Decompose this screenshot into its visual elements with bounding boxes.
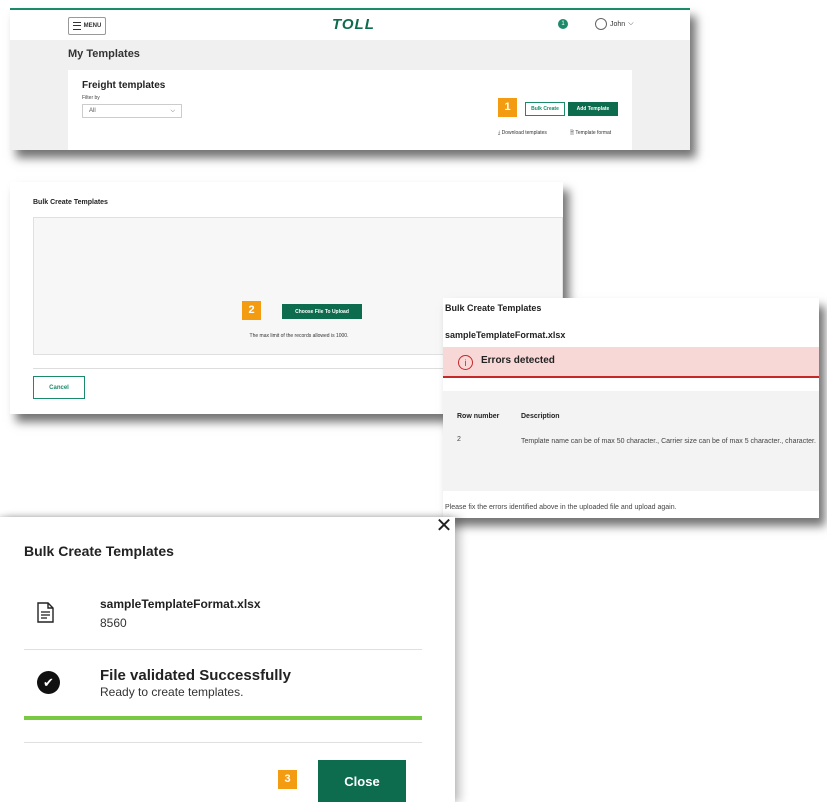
dialog-title: Bulk Create Templates [24,543,174,559]
filter-label: Filter by [82,95,100,101]
section-title: Freight templates [82,80,166,91]
user-menu[interactable]: John ⌵ [595,18,634,30]
user-avatar-icon [595,18,607,30]
filter-select[interactable]: All ⌵ [82,104,182,118]
bulk-create-success-panel: ✕ Bulk Create Templates sampleTemplateFo… [0,516,455,802]
validation-status-subtitle: Ready to create templates. [100,685,244,699]
chevron-down-icon: ⌵ [628,20,634,27]
uploaded-file-size: 8560 [100,616,127,630]
step-badge: 1 [498,98,517,117]
column-header-description: Description [521,413,560,420]
download-icon: ⤓ [498,130,501,136]
notification-bell-icon[interactable]: 1 [558,19,568,29]
uploaded-file-name: sampleTemplateFormat.xlsx [100,597,261,611]
bulk-create-errors-panel: Bulk Create Templates sampleTemplateForm… [443,298,819,518]
bulk-create-button[interactable]: Bulk Create [525,102,565,116]
chevron-down-icon: ⌵ [170,108,175,114]
hamburger-icon [72,22,81,30]
fix-errors-note: Please fix the errors identified above i… [445,504,677,511]
template-format-link[interactable]: 🗎 Template format [570,130,611,138]
error-table: Row number Description 2 Template name c… [443,391,819,491]
add-template-button[interactable]: Add Template [568,102,618,116]
uploaded-file-name: sampleTemplateFormat.xlsx [445,330,566,340]
page-title: My Templates [68,48,140,60]
file-icon [37,602,54,623]
validation-progress-bar [24,716,422,720]
divider [24,742,422,743]
error-heading: Errors detected [481,355,555,366]
menu-label: MENU [83,23,102,29]
freight-templates-card: Freight templates Filter by All ⌵ 1 Bulk… [68,70,632,150]
step-badge: 2 [242,301,261,320]
dialog-title: Bulk Create Templates [33,199,108,206]
template-format-label: Template format [575,130,612,136]
my-templates-panel: MENU TOLL 1 John ⌵ My Templates Freight … [10,8,690,150]
divider [24,649,422,650]
dialog-title: Bulk Create Templates [445,303,542,313]
table-cell-description: Template name can be of max 50 character… [521,438,816,445]
close-icon[interactable]: ✕ [435,516,453,536]
choose-file-button[interactable]: Choose File To Upload [282,304,362,319]
column-header-row-number: Row number [457,413,500,420]
table-cell-row-number: 2 [457,436,461,443]
info-icon: i [458,355,473,370]
step-badge: 3 [278,770,297,789]
menu-button[interactable]: MENU [68,17,106,35]
filter-value: All [89,108,96,114]
download-templates-label: Download templates [501,130,547,136]
check-circle-icon: ✔ [37,671,60,694]
download-templates-link[interactable]: ⤓ Download templates [498,130,547,136]
error-banner: i Errors detected [443,347,819,378]
document-icon: 🗎 [570,130,575,136]
validation-status-title: File validated Successfully [100,667,291,684]
toll-logo[interactable]: TOLL [332,16,375,33]
close-button[interactable]: Close [318,760,406,802]
user-name: John [610,20,626,28]
cancel-button[interactable]: Cancel [33,376,85,399]
top-navigation-bar: MENU TOLL 1 John ⌵ [10,8,690,40]
